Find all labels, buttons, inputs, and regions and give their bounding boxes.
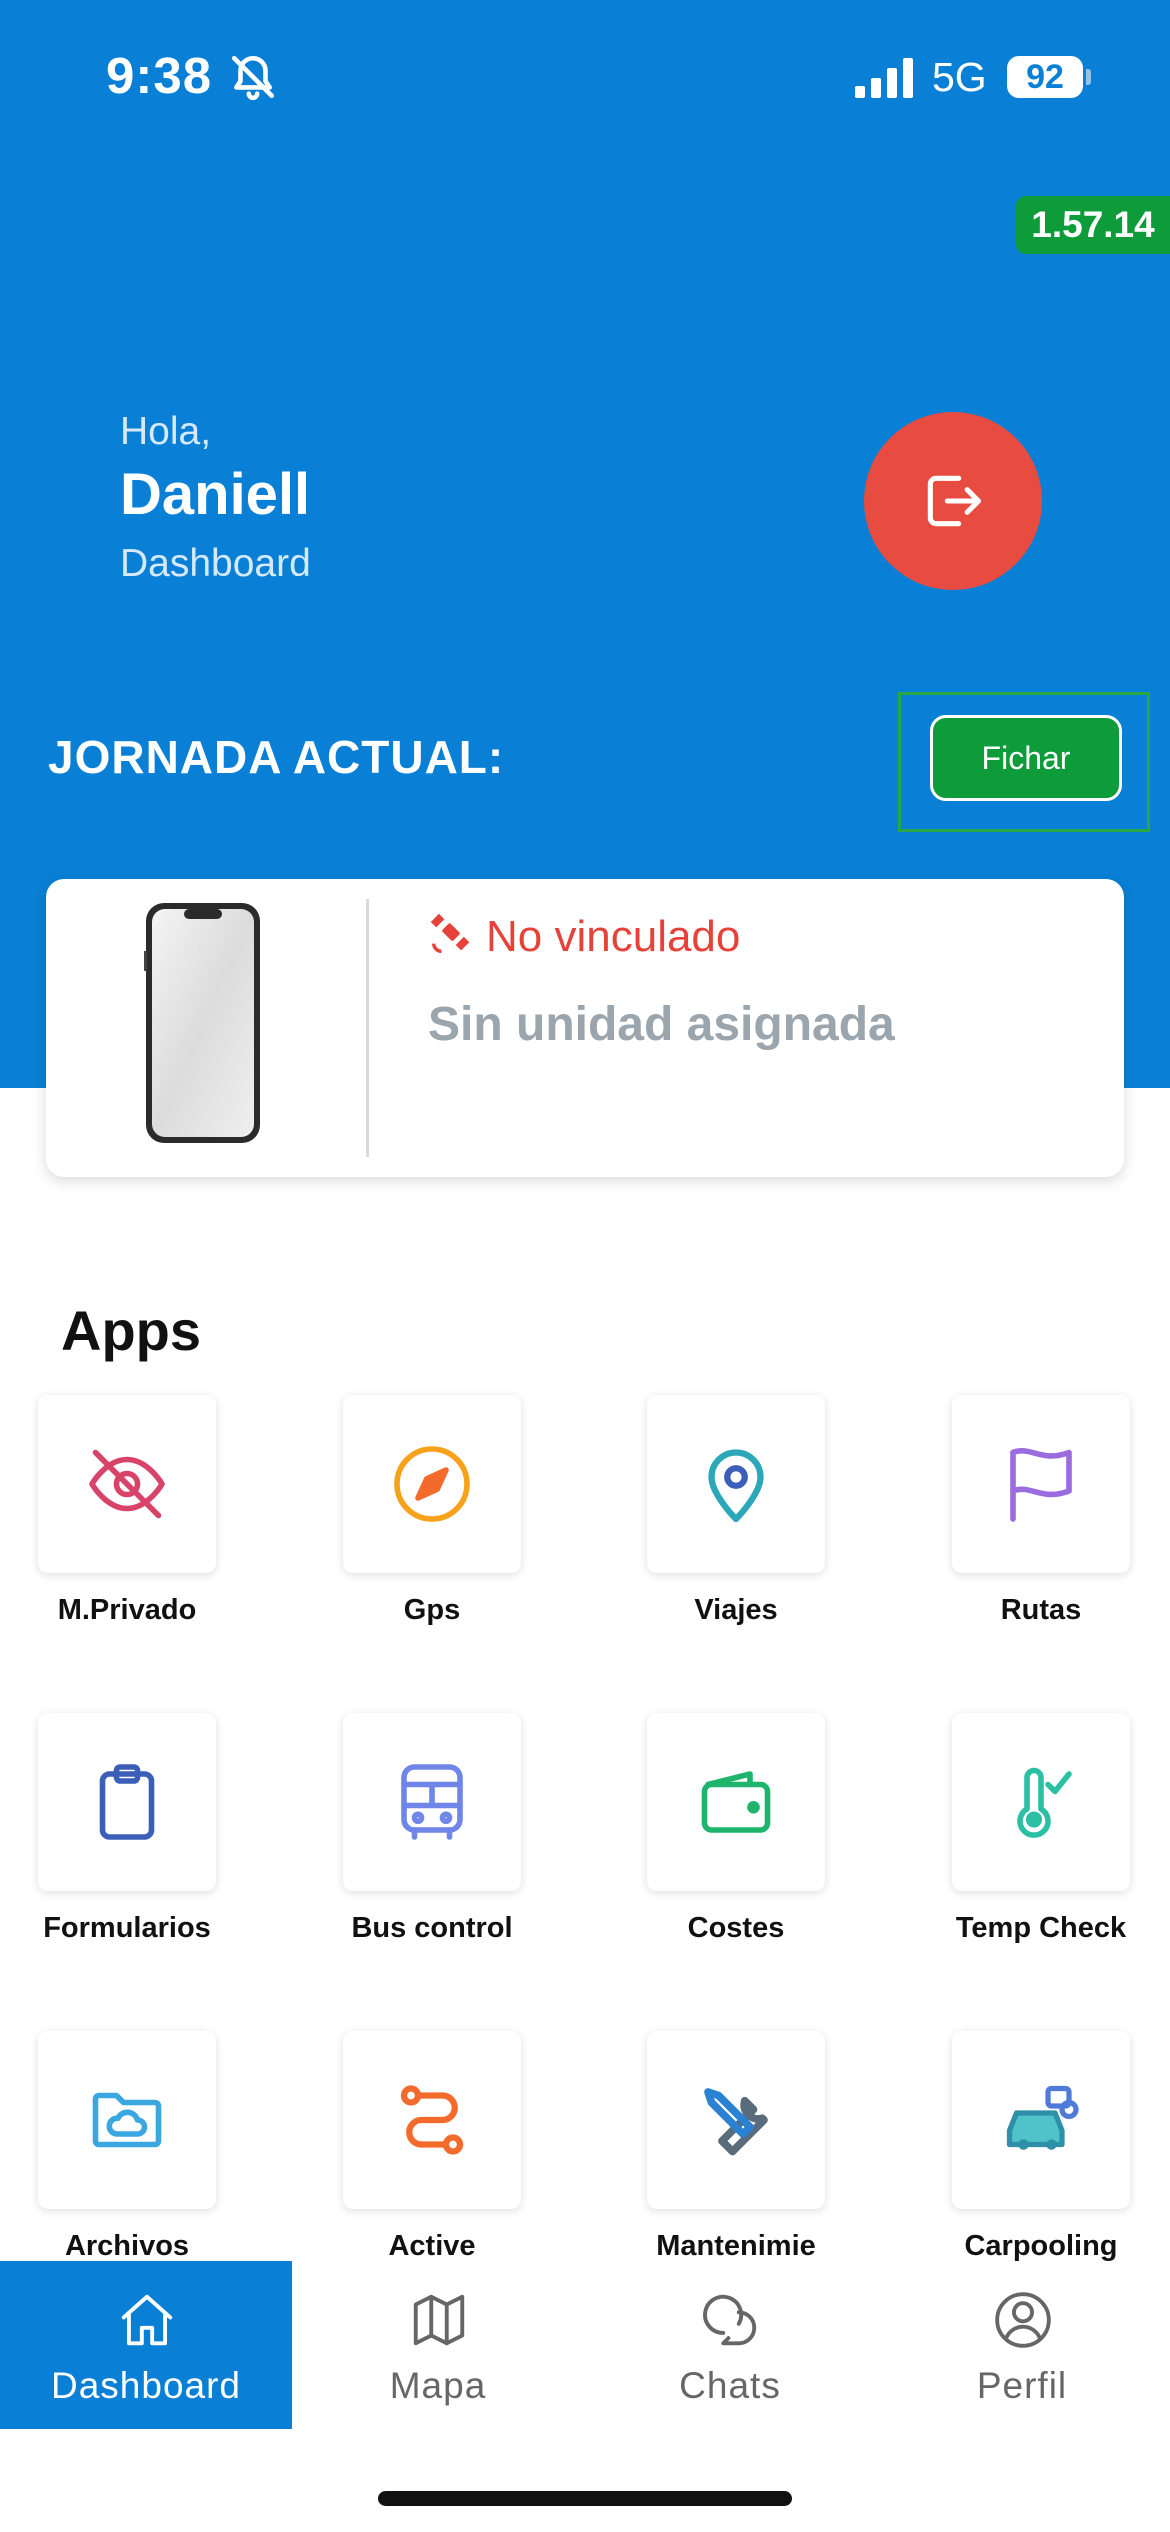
app-label: Active: [388, 2230, 476, 2262]
app-label: Rutas: [1000, 1594, 1082, 1626]
app-tile-rutas[interactable]: [952, 1395, 1130, 1573]
logout-button[interactable]: [864, 412, 1042, 590]
flag-icon: [1010, 1448, 1072, 1522]
device-card[interactable]: No vinculado Sin unidad asignada: [46, 879, 1124, 1177]
network-type: 5G: [932, 54, 987, 100]
chat-icon: [703, 2294, 757, 2346]
page-subtitle: Dashboard: [120, 542, 311, 585]
shift-title: JORNADA ACTUAL:: [48, 731, 505, 783]
bell-muted-icon: [231, 55, 275, 101]
battery-nub: [1086, 69, 1091, 85]
app-tile-gps[interactable]: [343, 1395, 521, 1573]
route-icon: [400, 2085, 464, 2155]
app-label: Formularios: [43, 1912, 211, 1944]
map-pin-icon: [708, 1449, 764, 1523]
eye-off-icon: [89, 1449, 165, 1519]
nav-chats[interactable]: Chats: [584, 2261, 876, 2429]
apps-section-title: Apps: [61, 1299, 201, 1362]
nav-perfil[interactable]: Perfil: [876, 2261, 1168, 2429]
app-tile-archivos[interactable]: [38, 2031, 216, 2209]
fichar-highlight: Fichar: [898, 692, 1150, 832]
app-label: Carpooling: [964, 2230, 1118, 2262]
car-icon: [1006, 2085, 1079, 2150]
clipboard-icon: [99, 1764, 155, 1840]
bottom-nav: Dashboard Mapa Chats Perfil: [0, 2261, 1170, 2429]
satellite-icon: [430, 913, 470, 953]
battery-icon: 92: [1007, 56, 1083, 98]
status-time: 9:38: [106, 47, 213, 104]
app-tile-temp-check[interactable]: [952, 1713, 1130, 1891]
signal-icon: [855, 58, 913, 98]
phone-icon: [144, 903, 260, 1143]
nav-label: Perfil: [976, 2365, 1068, 2406]
greeting-text: Hola,: [120, 410, 212, 453]
nav-label: Dashboard: [50, 2365, 241, 2406]
app-tile-formularios[interactable]: [38, 1713, 216, 1891]
version-badge: 1.57.14: [1016, 196, 1170, 254]
app-tile-mantenimiento[interactable]: [647, 2031, 825, 2209]
logout-icon: [927, 475, 982, 527]
tools-icon: [704, 2088, 768, 2156]
app-label: Gps: [403, 1594, 461, 1626]
home-indicator: [378, 2491, 792, 2506]
app-label: Bus control: [351, 1912, 513, 1944]
thermometer-icon: [1017, 1767, 1072, 1838]
compass-icon: [394, 1446, 470, 1522]
app-label: Temp Check: [955, 1912, 1127, 1944]
bus-icon: [401, 1764, 463, 1840]
nav-label: Mapa: [389, 2365, 487, 2406]
cloud-folder-icon: [92, 2092, 162, 2148]
card-divider: [366, 899, 369, 1157]
user-icon: [995, 2292, 1051, 2348]
app-label: Costes: [687, 1912, 785, 1944]
app-tile-viajes[interactable]: [647, 1395, 825, 1573]
map-icon: [413, 2294, 465, 2346]
wallet-icon: [701, 1771, 771, 1833]
nav-dashboard[interactable]: Dashboard: [0, 2261, 292, 2429]
unit-status: Sin unidad asignada: [428, 998, 895, 1051]
user-name: Daniell: [120, 462, 311, 527]
nav-mapa[interactable]: Mapa: [292, 2261, 584, 2429]
app-label: Viajes: [694, 1594, 778, 1626]
app-label: Archivos: [64, 2230, 190, 2262]
fichar-button[interactable]: Fichar: [930, 715, 1122, 801]
app-tile-mprivado[interactable]: [38, 1395, 216, 1573]
app-tile-carpooling[interactable]: [952, 2031, 1130, 2209]
app-label: Mantenimie: [656, 2230, 816, 2262]
link-status: No vinculado: [486, 912, 741, 961]
nav-label: Chats: [679, 2365, 781, 2406]
app-tile-costes[interactable]: [647, 1713, 825, 1891]
app-tile-bus-control[interactable]: [343, 1713, 521, 1891]
app-tile-active[interactable]: [343, 2031, 521, 2209]
app-label: M.Privado: [57, 1594, 197, 1626]
home-icon: [121, 2294, 173, 2346]
